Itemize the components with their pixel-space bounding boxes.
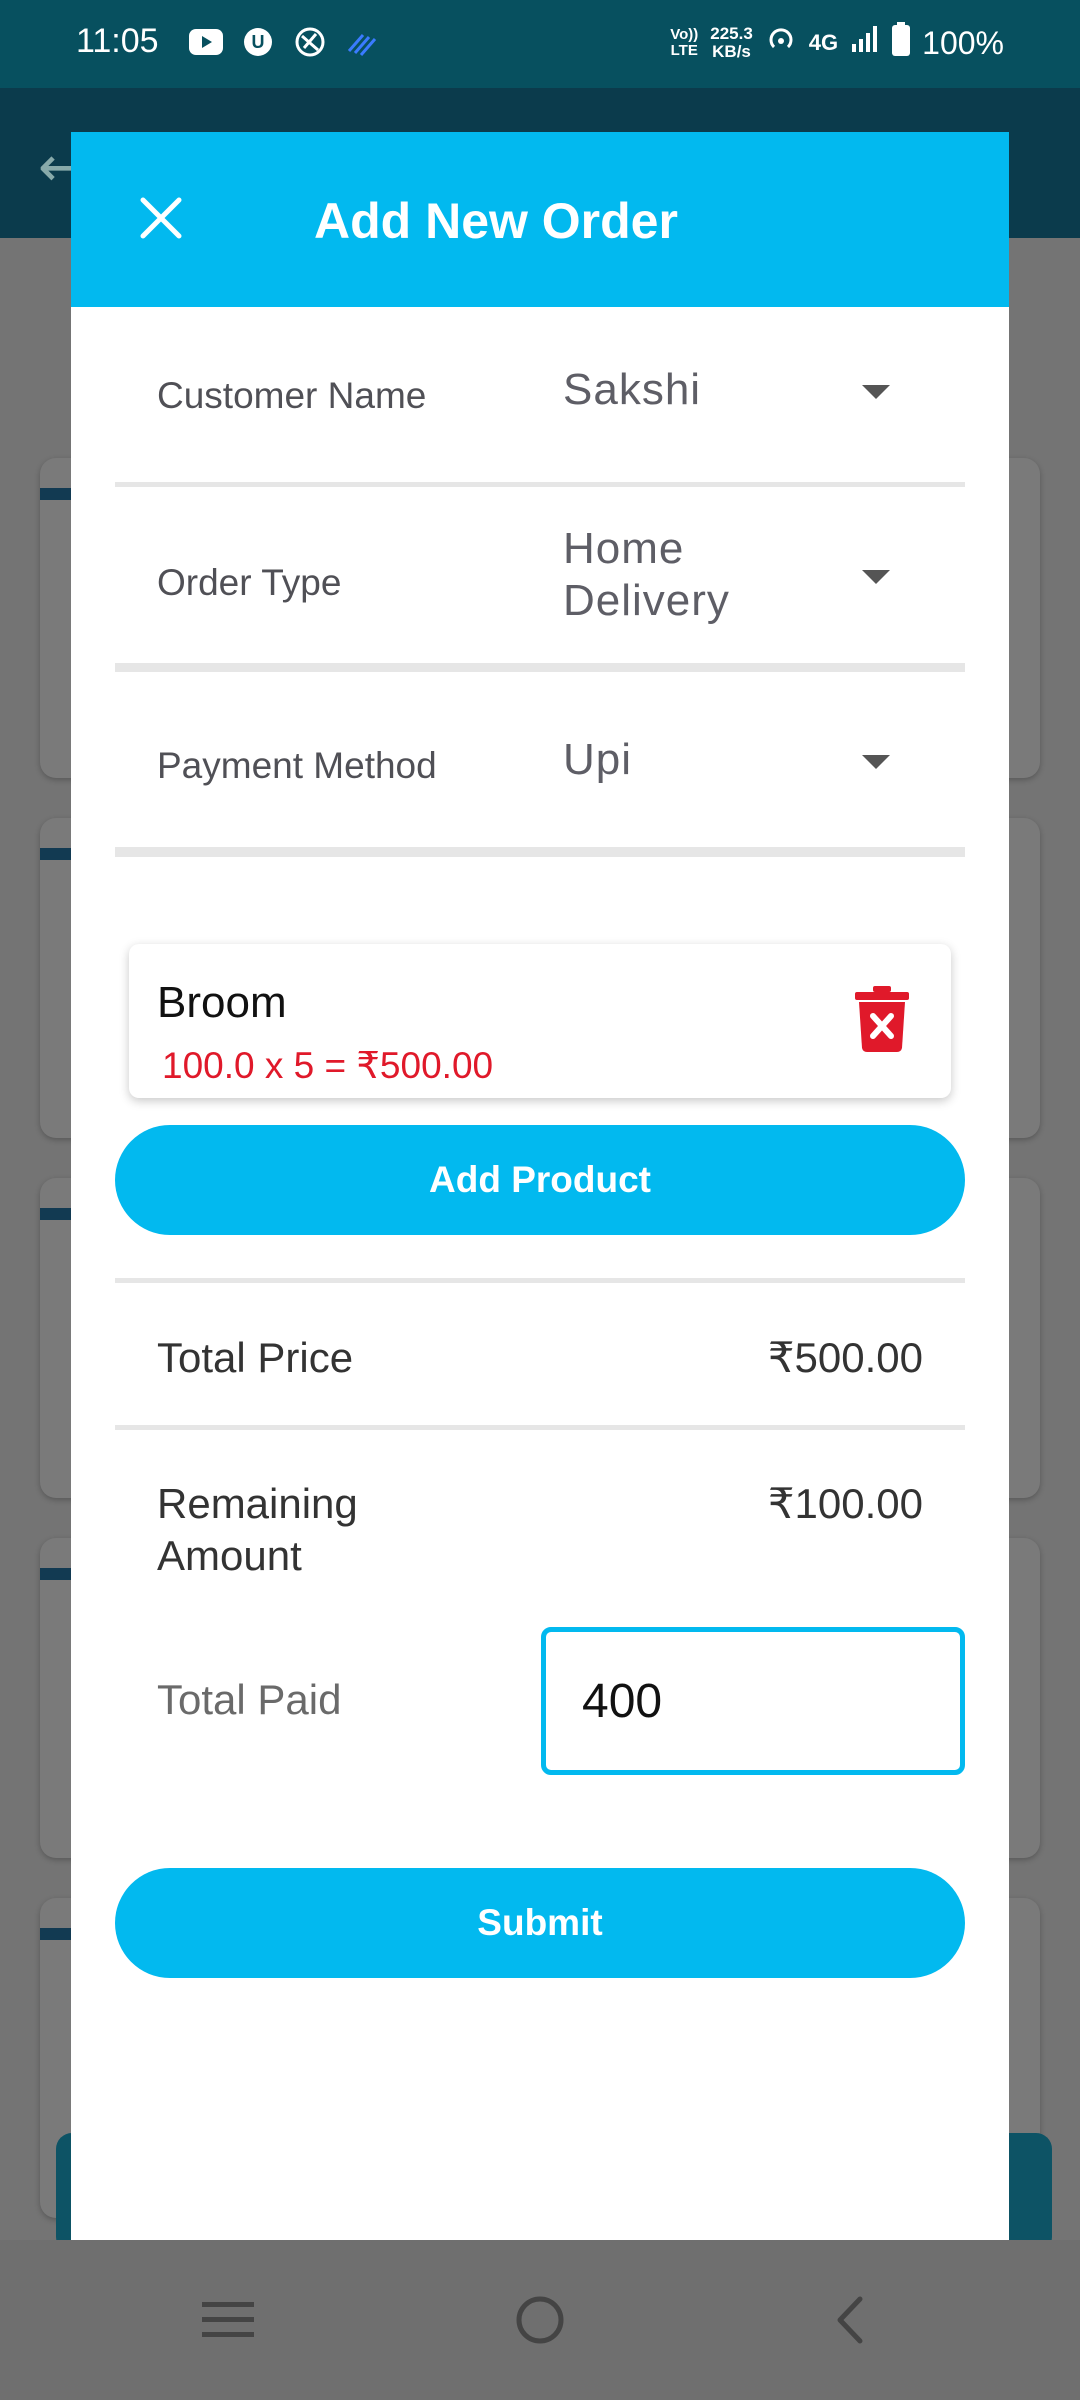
product-calculation: 100.0 x 5 = ₹500.00 bbox=[162, 1045, 494, 1086]
speed-unit: KB/s bbox=[712, 42, 751, 61]
card-tab bbox=[40, 488, 72, 500]
hotspot-icon bbox=[765, 23, 797, 63]
close-button[interactable] bbox=[131, 188, 191, 248]
order-type-dropdown[interactable]: Home Delivery bbox=[563, 522, 965, 632]
caret-down-icon bbox=[862, 755, 890, 769]
order-type-label: Order Type bbox=[157, 562, 342, 603]
add-order-dialog: Add New Order Customer Name Sakshi Order… bbox=[71, 132, 1009, 2240]
payment-method-field: Payment Method Upi bbox=[115, 677, 965, 857]
product-name: Broom bbox=[157, 978, 287, 1027]
total-paid-input[interactable] bbox=[541, 1627, 965, 1775]
add-product-button[interactable]: Add Product bbox=[115, 1125, 965, 1235]
total-price-label: Total Price bbox=[157, 1334, 354, 1381]
home-circle-icon bbox=[516, 2296, 564, 2344]
card-tab bbox=[40, 848, 72, 860]
card-tab bbox=[40, 1568, 72, 1580]
network-type: 4G bbox=[808, 30, 839, 55]
volte-indicator: Vo)) LTE bbox=[670, 27, 698, 59]
delete-product-button[interactable] bbox=[855, 986, 909, 1052]
youtube-icon bbox=[188, 24, 224, 60]
menu-icon bbox=[202, 2302, 254, 2337]
customer-name-value: Sakshi bbox=[563, 365, 702, 414]
customer-name-label: Customer Name bbox=[157, 375, 427, 416]
card-tab bbox=[40, 1928, 72, 1940]
dialog-header: Add New Order bbox=[71, 132, 1009, 307]
divider bbox=[115, 1425, 965, 1430]
status-right: Vo)) LTE 225.3 KB/s 4G 100% bbox=[670, 22, 1004, 64]
back-button[interactable] bbox=[800, 2270, 900, 2370]
customer-name-dropdown[interactable]: Sakshi bbox=[563, 355, 965, 425]
home-button[interactable] bbox=[490, 2270, 590, 2370]
payment-method-dropdown[interactable]: Upi bbox=[563, 725, 965, 795]
recent-apps-button[interactable] bbox=[178, 2270, 278, 2370]
card-tab bbox=[40, 1208, 72, 1220]
battery-level: 100% bbox=[922, 24, 1004, 61]
trash-icon bbox=[855, 986, 909, 1052]
back-chevron-icon bbox=[837, 2296, 863, 2344]
svg-text:U: U bbox=[252, 32, 265, 52]
payment-method-value: Upi bbox=[563, 735, 633, 784]
navigation-bar bbox=[0, 2240, 1080, 2400]
order-type-value-line2: Delivery bbox=[563, 576, 730, 625]
lte-text: LTE bbox=[670, 42, 698, 59]
order-type-field: Order Type Home Delivery bbox=[115, 492, 965, 672]
total-paid-label: Total Paid bbox=[157, 1676, 342, 1723]
status-bar: 11:05 U Vo)) LTE 225.3 KB/s 4G 100% bbox=[0, 0, 1080, 88]
app-notification-icon: U bbox=[240, 24, 276, 60]
total-price-value: ₹500.00 bbox=[767, 1334, 923, 1381]
caret-down-icon bbox=[862, 385, 890, 399]
notification-icons: U bbox=[188, 24, 380, 60]
submit-button[interactable]: Submit bbox=[115, 1868, 965, 1978]
order-type-value-line1: Home bbox=[563, 524, 685, 573]
remaining-amount-label-line2: Amount bbox=[157, 1532, 302, 1579]
product-item: Broom 100.0 x 5 = ₹500.00 bbox=[129, 944, 951, 1098]
remaining-amount-label-line1: Remaining bbox=[157, 1480, 358, 1527]
network-speed: 225.3 KB/s bbox=[710, 25, 753, 61]
remaining-amount-value: ₹100.00 bbox=[767, 1480, 923, 1527]
shield-app-icon bbox=[292, 24, 328, 60]
dialog-title: Add New Order bbox=[314, 193, 678, 249]
close-icon bbox=[140, 197, 182, 239]
caret-down-icon bbox=[862, 570, 890, 584]
signal-icon bbox=[850, 24, 880, 62]
status-time: 11:05 bbox=[76, 22, 159, 60]
payment-method-label: Payment Method bbox=[157, 745, 437, 786]
speed-value: 225.3 bbox=[710, 24, 753, 43]
divider bbox=[115, 1278, 965, 1283]
battery-icon bbox=[892, 22, 911, 64]
volte-text: Vo)) bbox=[670, 26, 699, 43]
data-sync-icon bbox=[344, 24, 380, 60]
customer-name-field: Customer Name Sakshi bbox=[115, 307, 965, 487]
